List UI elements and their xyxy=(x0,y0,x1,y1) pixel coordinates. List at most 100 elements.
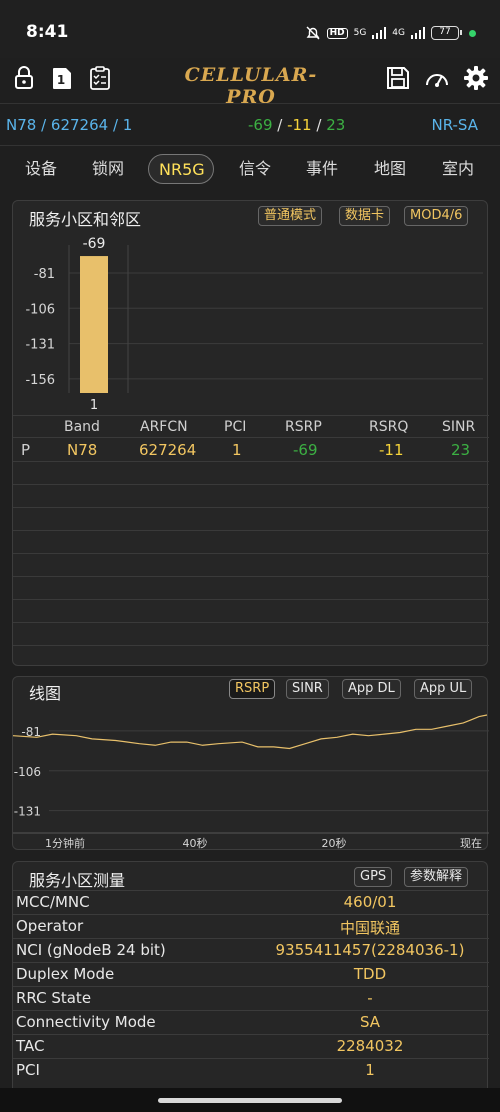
tab-map[interactable]: 地图 xyxy=(367,154,413,184)
empty-row-line xyxy=(13,645,489,646)
empty-row-line xyxy=(13,622,489,623)
x-tick-label: 20秒 xyxy=(322,836,347,849)
signal-icon xyxy=(372,27,387,39)
meas-value: - xyxy=(367,989,373,1007)
list-item: MCC/MNC 460/01 xyxy=(13,890,489,914)
save-icon[interactable] xyxy=(384,64,412,92)
panel-title: 服务小区测量 xyxy=(29,871,126,890)
meas-label: Duplex Mode xyxy=(16,965,115,983)
home-indicator[interactable] xyxy=(158,1098,342,1103)
x-tick-label: 1分钟前 xyxy=(45,836,85,849)
normal-mode-chip[interactable]: 普通模式 xyxy=(258,206,323,226)
panel-title: 服务小区和邻区 xyxy=(29,210,142,229)
meas-value: SA xyxy=(359,1013,381,1031)
rsrp-line-chart: -81-106-1311分钟前 40秒 20秒 现在 xyxy=(13,714,489,849)
rsrp-bar xyxy=(80,256,108,393)
gps-chip[interactable]: GPS xyxy=(354,867,393,887)
col-header-rsrp: RSRP xyxy=(285,419,322,435)
col-header-sinr: SINR xyxy=(442,419,476,435)
cell-rsrp: -69 xyxy=(293,441,318,459)
tab-nr5g[interactable]: NR5G xyxy=(148,154,214,184)
y-tick-label: -106 xyxy=(14,765,41,779)
data-card-chip[interactable]: 数据卡 xyxy=(339,206,391,226)
signal-summary: -69 / -11 / 23 xyxy=(248,116,346,134)
empty-row-line xyxy=(13,576,489,577)
list-item: Connectivity Mode SA xyxy=(13,1010,489,1034)
tab-device[interactable]: 设备 xyxy=(18,154,64,184)
serving-cell-panel: 服务小区和邻区 普通模式 数据卡 MOD4/6 -81 -106 -131 -156-… xyxy=(12,200,489,666)
bar-value-label: -69 xyxy=(83,237,106,252)
tab-indoor[interactable]: 室内 xyxy=(435,154,481,184)
sim-card-icon[interactable]: 1 xyxy=(48,64,76,92)
clipboard-icon[interactable] xyxy=(86,64,114,92)
empty-row-line xyxy=(13,461,489,462)
app-title: CELLULAR-PRO xyxy=(184,64,318,108)
col-header-band: Band xyxy=(64,419,100,435)
meas-label: PCI xyxy=(16,1061,40,1079)
battery-icon: 77 xyxy=(431,26,462,40)
cell-type: P xyxy=(21,441,31,459)
meas-label: Connectivity Mode xyxy=(16,1013,156,1031)
signal-icon xyxy=(411,27,425,39)
divider xyxy=(13,415,489,416)
list-item: TAC 2284032 xyxy=(13,1034,489,1058)
meas-value: TDD xyxy=(353,965,387,983)
meas-label: NCI (gNodeB 24 bit) xyxy=(16,941,166,959)
meas-value: 9355411457(2284036-1) xyxy=(275,941,465,959)
tab-events[interactable]: 事件 xyxy=(299,154,345,184)
mod-chip[interactable]: MOD4/6 xyxy=(404,206,469,226)
cell-id-summary: N78 / 627264 / 1 xyxy=(6,116,133,134)
cell-rsrq: -11 xyxy=(379,441,404,459)
sinr-chip[interactable]: SINR xyxy=(286,679,329,699)
status-time: 8:41 xyxy=(26,22,69,42)
table-row[interactable]: P N78 627264 1 -69 -11 23 xyxy=(13,437,489,461)
meas-label: RRC State xyxy=(16,989,92,1007)
meas-value: 460/01 xyxy=(343,893,397,911)
line-chart-panel: 线图 RSRP SINR App DL App UL -81 -106 -131 1分… xyxy=(12,676,489,850)
list-item: PCI 1 xyxy=(13,1058,489,1082)
cell-arfcn: 627264 xyxy=(139,441,197,459)
app-ul-chip[interactable]: App UL xyxy=(414,679,473,699)
tab-signaling[interactable]: 信令 xyxy=(232,154,278,184)
list-item: Operator 中国联通 xyxy=(13,914,489,938)
lock-icon[interactable] xyxy=(10,64,38,92)
param-explain-chip[interactable]: 参数解释 xyxy=(404,867,469,887)
rsrp-bar-chart: -81 -106 -131 -156 -69 1 xyxy=(25,237,483,413)
x-tick-label: 现在 xyxy=(460,837,482,849)
meas-value: 1 xyxy=(365,1061,375,1079)
empty-row-line xyxy=(13,484,489,485)
cell-pci: 1 xyxy=(232,441,242,459)
measurement-panel: 服务小区测量 GPS 参数解释 MCC/MNC 460/01 Operator … xyxy=(12,861,489,1089)
hd-badge: HD xyxy=(326,27,348,39)
meas-value: 2284032 xyxy=(336,1037,404,1055)
x-tick-label: 40秒 xyxy=(183,836,208,849)
tab-bar: 设备 锁网 NR5G 信令 事件 地图 室内 xyxy=(0,149,500,189)
net-4g-label: 4G xyxy=(392,27,405,38)
panel-title: 线图 xyxy=(29,684,62,703)
empty-row-line xyxy=(13,507,489,508)
arfcn-value: 627264 xyxy=(50,116,109,134)
empty-row-line xyxy=(13,553,489,554)
network-mode: NR-SA xyxy=(431,116,478,134)
bell-off-icon xyxy=(306,26,320,40)
speedometer-icon[interactable] xyxy=(423,64,451,92)
list-item: Duplex Mode TDD xyxy=(13,962,489,986)
status-icons: HD 5G 4G 77 xyxy=(305,24,476,42)
app-dl-chip[interactable]: App DL xyxy=(342,679,401,699)
band-value: N78 xyxy=(6,116,37,134)
rsrp-series-line xyxy=(13,714,488,750)
meas-label: TAC xyxy=(16,1037,45,1055)
status-bar: 8:41 HD 5G 4G 77 xyxy=(0,0,500,58)
gear-icon[interactable] xyxy=(462,64,490,92)
tab-lock[interactable]: 锁网 xyxy=(85,154,131,184)
bar-category-label: 1 xyxy=(90,398,98,413)
col-header-pci: PCI xyxy=(224,419,247,435)
rsrq-value: -11 xyxy=(287,116,312,134)
y-tick-label: -81 xyxy=(34,267,55,282)
sim-number: 1 xyxy=(57,73,65,87)
y-tick-label: -131 xyxy=(25,338,55,353)
gesture-bar xyxy=(0,1088,500,1112)
cell-sinr: 23 xyxy=(451,441,471,459)
pci-value: 1 xyxy=(122,116,133,134)
rsrp-chip[interactable]: RSRP xyxy=(229,679,276,699)
